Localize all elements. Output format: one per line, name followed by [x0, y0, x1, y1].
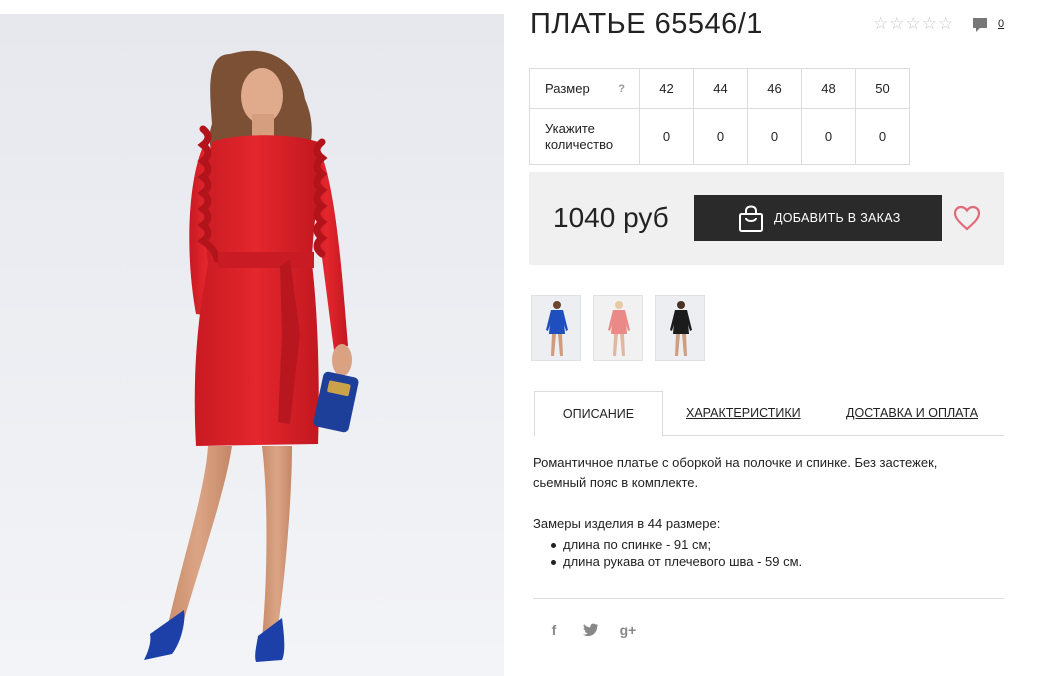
quantity-label-line1: Укажите — [545, 120, 595, 136]
star-icon[interactable]: ☆ — [906, 15, 921, 33]
comment-bubble-icon — [973, 18, 987, 32]
model-in-red-dress-image — [0, 14, 504, 676]
size-label: Размер — [545, 80, 590, 96]
order-panel: 1040 руб ДОБАВИТЬ В ЗАКАЗ — [529, 172, 1004, 265]
facebook-icon[interactable]: f — [545, 622, 563, 638]
product-title: ПЛАТЬЕ 65546/1 — [530, 8, 763, 40]
twitter-icon[interactable] — [583, 623, 599, 637]
variant-pink-thumbnail[interactable] — [593, 295, 643, 361]
tab-characteristics[interactable]: ХАРАКТЕРИСТИКИ — [686, 391, 801, 436]
variant-pink-image — [594, 296, 642, 360]
quantity-input-42[interactable]: 0 — [639, 108, 694, 165]
comments-link[interactable]: 0 — [972, 17, 1004, 33]
add-to-order-button[interactable]: ДОБАВИТЬ В ЗАКАЗ — [694, 195, 942, 241]
star-icon[interactable]: ☆ — [922, 15, 937, 33]
quantity-row: Укажите количество 0 0 0 0 0 — [529, 108, 910, 165]
variant-blue-thumbnail[interactable] — [531, 295, 581, 361]
star-icon[interactable]: ☆ — [889, 15, 904, 33]
price: 1040 руб — [553, 202, 669, 233]
quantity-label-cell: Укажите количество — [529, 108, 640, 165]
quantity-input-46[interactable]: 0 — [747, 108, 802, 165]
measures-list: длина по спинке - 91 см; длина рукава от… — [551, 537, 802, 570]
shopping-bag-icon — [739, 205, 763, 232]
add-to-order-label: ДОБАВИТЬ В ЗАКАЗ — [774, 211, 901, 225]
description-line-2: сьемный пояс в комплекте. — [533, 475, 699, 490]
description-line-1: Романтичное платье с оборкой на полочке … — [533, 455, 938, 470]
rating-stars[interactable]: ☆ ☆ ☆ ☆ ☆ — [873, 15, 953, 33]
tab-description[interactable]: ОПИСАНИЕ — [534, 391, 663, 437]
divider — [533, 598, 1004, 599]
variant-blue-image — [532, 296, 580, 360]
social-share: f g+ — [545, 622, 637, 638]
quantity-input-44[interactable]: 0 — [693, 108, 748, 165]
quantity-input-48[interactable]: 0 — [801, 108, 856, 165]
size-cell-50: 50 — [855, 68, 910, 109]
size-cell-44: 44 — [693, 68, 748, 109]
product-description: Романтичное платье с оборкой на полочке … — [533, 453, 1003, 493]
size-cell-42: 42 — [639, 68, 694, 109]
quantity-input-50[interactable]: 0 — [855, 108, 910, 165]
variant-black-image — [656, 296, 704, 360]
size-cell-46: 46 — [747, 68, 802, 109]
star-icon[interactable]: ☆ — [938, 15, 953, 33]
color-variants — [531, 295, 705, 361]
star-icon[interactable]: ☆ — [873, 15, 888, 33]
variant-black-thumbnail[interactable] — [655, 295, 705, 361]
measure-item: длина рукава от плечевого шва - 59 см. — [551, 554, 802, 571]
size-quantity-table: Размер ? 42 44 46 48 50 Укажите количест… — [529, 68, 910, 165]
tab-delivery-payment[interactable]: ДОСТАВКА И ОПЛАТА — [846, 391, 978, 436]
google-plus-icon[interactable]: g+ — [619, 622, 637, 638]
measure-item: длина по спинке - 91 см; — [551, 537, 802, 554]
product-tabs: ОПИСАНИЕ ХАРАКТЕРИСТИКИ ДОСТАВКА И ОПЛАТ… — [534, 391, 1004, 437]
product-main-photo[interactable] — [0, 14, 504, 676]
size-row: Размер ? 42 44 46 48 50 — [529, 68, 910, 109]
measures-title: Замеры изделия в 44 размере: — [533, 516, 721, 531]
help-icon[interactable]: ? — [618, 81, 625, 97]
heart-icon[interactable] — [953, 205, 981, 231]
quantity-label-line2: количество — [545, 136, 614, 152]
comments-count[interactable]: 0 — [998, 17, 1004, 31]
size-cell-48: 48 — [801, 68, 856, 109]
size-label-cell: Размер ? — [529, 68, 640, 109]
